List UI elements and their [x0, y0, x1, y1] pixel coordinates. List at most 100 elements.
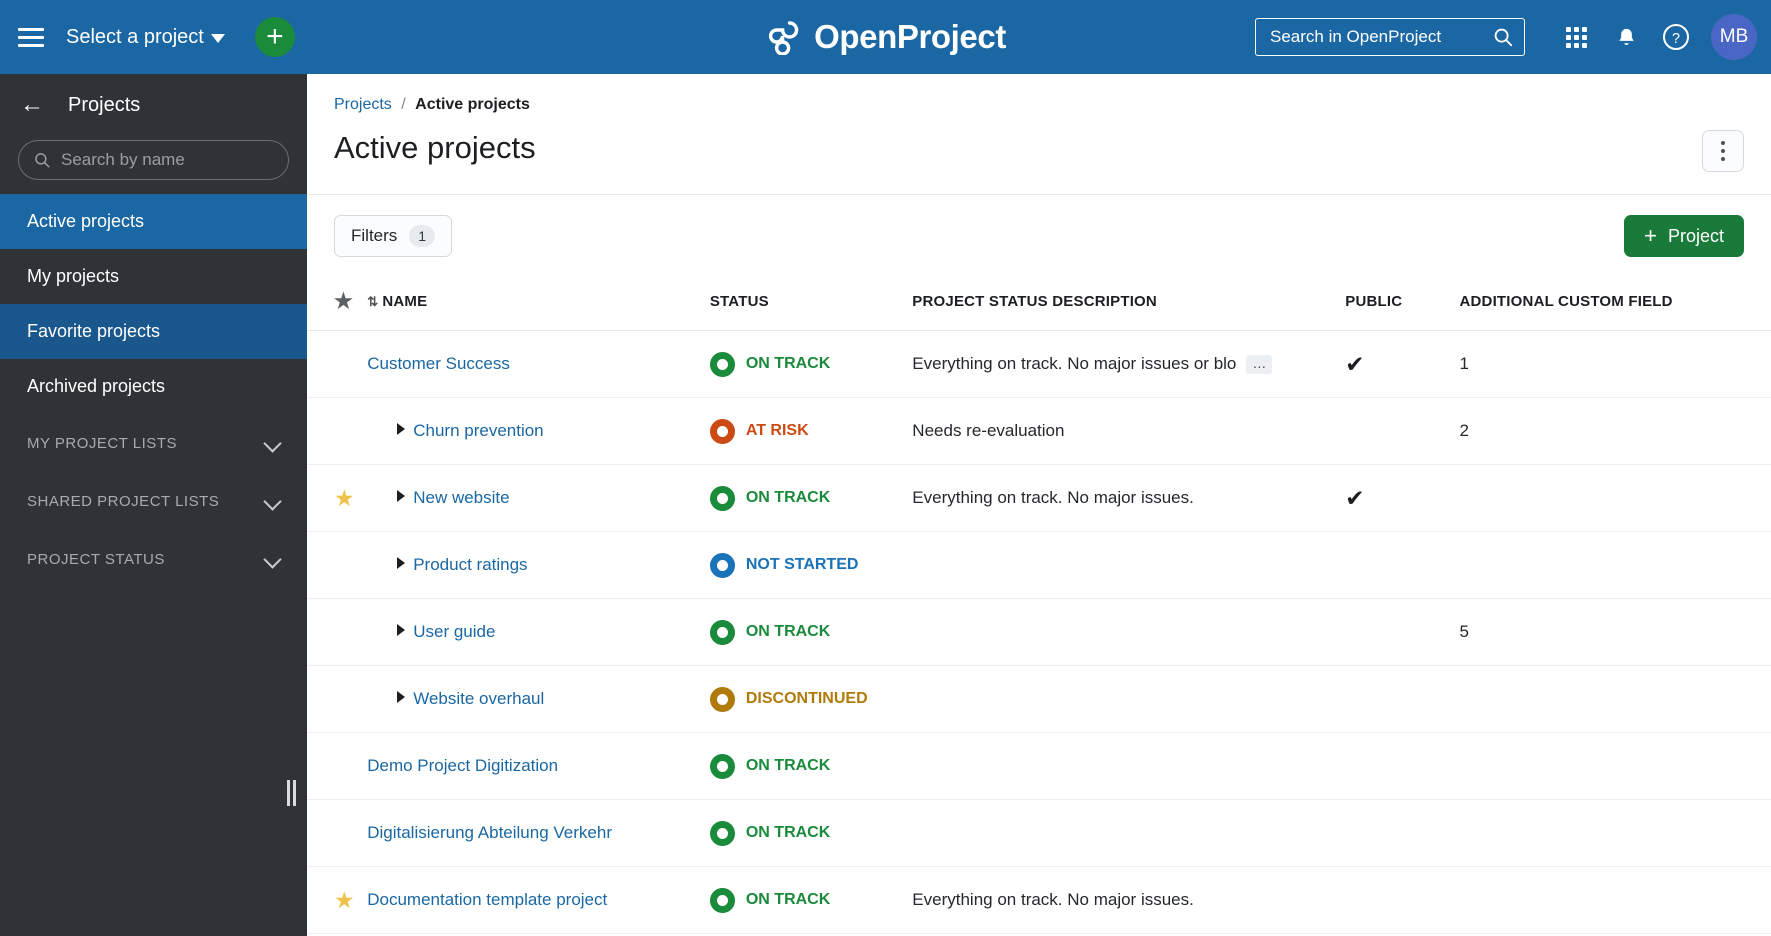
sidebar-item-label: My projects — [27, 266, 120, 286]
column-header-favorite[interactable]: ★ — [307, 275, 368, 331]
avatar[interactable]: MB — [1711, 14, 1757, 60]
add-project-button[interactable]: + Project — [1624, 215, 1744, 257]
expand-description-button[interactable]: … — [1246, 354, 1273, 374]
table-row[interactable]: Digitalisierung Abteilung Verkehr ON TRAC… — [307, 799, 1771, 867]
project-name-link[interactable]: Product ratings — [413, 555, 527, 574]
cell-public: ✔ — [1345, 330, 1460, 398]
cell-status: NOT STARTED — [709, 531, 913, 599]
column-header-name[interactable]: ⇅ NAME — [367, 275, 710, 331]
custom-field-value: 2 — [1459, 421, 1469, 440]
table-row[interactable]: Website overhaul DISCONTINUED — [307, 665, 1771, 733]
bell-icon — [1618, 28, 1634, 45]
cell-favorite[interactable]: ★ — [307, 866, 368, 934]
status-ring-icon — [709, 753, 735, 779]
sidebar-item-favorite-projects[interactable]: Favorite projects — [0, 304, 307, 359]
description-value: Needs re-evaluation — [912, 421, 1065, 440]
breadcrumb-root-link[interactable]: Projects — [334, 96, 392, 113]
sidebar-section-shared-project-lists[interactable]: SHARED PROJECT LISTS — [0, 472, 307, 530]
column-header-custom-field[interactable]: ADDITIONAL CUSTOM FIELD — [1459, 275, 1771, 331]
project-select-dropdown[interactable]: Select a project — [66, 26, 225, 49]
status-label: DISCONTINUED — [745, 690, 868, 707]
sidebar-search-input[interactable]: Search by name — [18, 140, 289, 180]
project-name-link[interactable]: New website — [413, 488, 509, 507]
cell-favorite[interactable] — [307, 397, 368, 465]
expand-triangle-icon[interactable] — [397, 624, 406, 636]
star-filled-icon[interactable]: ★ — [334, 887, 355, 913]
cell-favorite[interactable]: ★ — [307, 464, 368, 532]
expand-triangle-icon[interactable] — [397, 557, 406, 569]
search-icon — [1494, 28, 1513, 47]
project-name-link[interactable]: Churn prevention — [413, 421, 543, 440]
hamburger-icon[interactable] — [18, 27, 44, 47]
expand-triangle-icon[interactable] — [397, 691, 406, 703]
plus-icon: + — [266, 20, 284, 53]
cell-favorite[interactable] — [307, 799, 368, 867]
chevron-down-icon — [210, 34, 225, 43]
cell-favorite[interactable] — [307, 531, 368, 599]
cell-favorite[interactable] — [307, 330, 368, 398]
status-label: AT RISK — [745, 422, 809, 439]
cell-status: ON TRACK — [709, 866, 913, 934]
sidebar-item-label: Archived projects — [27, 376, 166, 396]
cell-public — [1345, 665, 1460, 733]
project-name-link[interactable]: User guide — [413, 622, 495, 641]
status-badge: DISCONTINUED — [709, 686, 912, 712]
project-name-link[interactable]: Website overhaul — [413, 689, 544, 708]
table-row[interactable]: ★ New website ON TRACK Everything on track.… — [307, 464, 1771, 532]
table-row[interactable]: User guide ON TRACK 5 — [307, 598, 1771, 666]
project-name-link[interactable]: Customer Success — [367, 354, 510, 373]
table-row[interactable]: Demo Project Digitization ON TRACK — [307, 732, 1771, 800]
global-search-input[interactable]: Search in OpenProject — [1255, 18, 1525, 56]
global-add-button[interactable]: + — [254, 17, 295, 57]
table-body: Customer Success ON TRACK Everything on tr… — [307, 330, 1771, 934]
search-icon — [35, 153, 50, 168]
expand-triangle-icon[interactable] — [397, 423, 406, 435]
column-header-description[interactable]: PROJECT STATUS DESCRIPTION — [912, 275, 1346, 331]
breadcrumb: Projects / Active projects — [307, 74, 1771, 114]
sidebar-section-project-status[interactable]: PROJECT STATUS — [0, 530, 307, 588]
sidebar-section-label: SHARED PROJECT LISTS — [27, 492, 220, 510]
status-badge: ON TRACK — [709, 485, 912, 511]
cell-favorite[interactable] — [307, 732, 368, 800]
column-header-status[interactable]: STATUS — [709, 275, 913, 331]
more-menu-button[interactable] — [1702, 130, 1744, 172]
sidebar-item-active-projects[interactable]: Active projects — [0, 194, 307, 249]
status-badge: ON TRACK — [709, 619, 912, 645]
column-header-public[interactable]: PUBLIC — [1345, 275, 1460, 331]
star-filled-icon[interactable]: ★ — [334, 485, 355, 511]
table-row[interactable]: Churn prevention AT RISK Needs re-evaluati… — [307, 397, 1771, 465]
cell-favorite[interactable] — [307, 598, 368, 666]
help-button[interactable]: ? — [1651, 12, 1701, 62]
cell-custom-field — [1459, 531, 1771, 599]
cell-name: Digitalisierung Abteilung Verkehr — [367, 799, 710, 867]
table-row[interactable]: Customer Success ON TRACK Everything on tr… — [307, 330, 1771, 398]
notifications-button[interactable] — [1601, 12, 1651, 62]
cell-name: Documentation template project — [367, 866, 710, 934]
project-name-link[interactable]: Digitalisierung Abteilung Verkehr — [367, 823, 612, 842]
projects-table: ★ ⇅ NAME STATUS PROJECT STATUS DESCRIPTIO… — [307, 275, 1771, 934]
project-name-link[interactable]: Documentation template project — [367, 890, 607, 909]
svg-text:?: ? — [1672, 31, 1680, 47]
table-row[interactable]: ★ Documentation template project ON TRACK E… — [307, 866, 1771, 934]
status-ring-icon — [709, 552, 735, 578]
cell-custom-field — [1459, 732, 1771, 800]
openproject-logo[interactable]: OpenProject — [765, 18, 1006, 56]
chevron-down-icon — [265, 435, 281, 451]
sidebar-section-my-project-lists[interactable]: MY PROJECT LISTS — [0, 414, 307, 472]
sidebar-item-archived-projects[interactable]: Archived projects — [0, 359, 307, 414]
project-name-link[interactable]: Demo Project Digitization — [367, 756, 558, 775]
custom-field-value: 1 — [1459, 354, 1469, 373]
modules-button[interactable] — [1551, 12, 1601, 62]
arrow-left-icon[interactable]: ← — [20, 93, 44, 117]
status-ring-icon — [709, 351, 735, 377]
cell-favorite[interactable] — [307, 665, 368, 733]
sidebar-resize-handle[interactable] — [287, 780, 298, 806]
expand-triangle-icon[interactable] — [397, 490, 406, 502]
cell-public: ✔ — [1345, 464, 1460, 532]
table-row[interactable]: Product ratings NOT STARTED — [307, 531, 1771, 599]
page-title: Active projects — [334, 130, 536, 165]
sidebar-item-my-projects[interactable]: My projects — [0, 249, 307, 304]
breadcrumb-current: Active projects — [415, 96, 530, 113]
filters-button[interactable]: Filters 1 — [334, 215, 453, 257]
cell-name: Demo Project Digitization — [367, 732, 710, 800]
